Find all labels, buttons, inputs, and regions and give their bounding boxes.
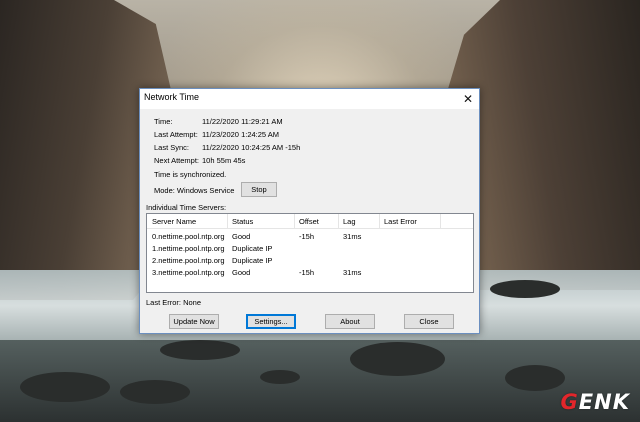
wallpaper-stone bbox=[260, 370, 300, 384]
table-row[interactable]: 2.nettime.pool.ntp.org Duplicate IP bbox=[147, 256, 473, 268]
status-cell: Good bbox=[232, 268, 251, 277]
time-label: Time: bbox=[154, 117, 173, 126]
column-header-last-error[interactable]: Last Error bbox=[384, 217, 417, 226]
close-icon[interactable]: ✕ bbox=[457, 89, 479, 109]
column-divider[interactable] bbox=[440, 214, 441, 228]
list-header: Server Name Status Offset Lag Last Error bbox=[147, 214, 473, 229]
column-header-offset[interactable]: Offset bbox=[299, 217, 319, 226]
wallpaper-stone bbox=[20, 372, 110, 402]
server-name-cell: 1.nettime.pool.ntp.org bbox=[152, 244, 225, 253]
column-divider[interactable] bbox=[294, 214, 295, 228]
column-divider[interactable] bbox=[379, 214, 380, 228]
wallpaper-stone bbox=[120, 380, 190, 404]
mode-text: Mode: Windows Service bbox=[154, 186, 235, 195]
wallpaper-stone bbox=[160, 340, 240, 360]
window-title: Network Time bbox=[144, 92, 200, 102]
wallpaper-stone bbox=[350, 342, 445, 376]
last-error-text: Last Error: None bbox=[146, 298, 202, 307]
update-now-button[interactable]: Update Now bbox=[169, 314, 219, 329]
sync-status-text: Time is synchronized. bbox=[154, 170, 227, 179]
status-cell: Duplicate IP bbox=[232, 256, 273, 265]
column-header-lag[interactable]: Lag bbox=[343, 217, 356, 226]
server-name-cell: 3.nettime.pool.ntp.org bbox=[152, 268, 225, 277]
server-name-cell: 2.nettime.pool.ntp.org bbox=[152, 256, 225, 265]
table-row[interactable]: 3.nettime.pool.ntp.org Good -15h 31ms bbox=[147, 268, 473, 280]
time-value: 11/22/2020 11:29:21 AM bbox=[202, 117, 283, 126]
title-bar[interactable]: Network Time ✕ bbox=[140, 89, 479, 109]
close-button[interactable]: Close bbox=[404, 314, 454, 329]
last-attempt-label: Last Attempt: bbox=[154, 130, 198, 139]
offset-cell: -15h bbox=[299, 232, 315, 241]
lag-cell: 31ms bbox=[343, 268, 362, 277]
lag-cell: 31ms bbox=[343, 232, 362, 241]
table-row[interactable]: 1.nettime.pool.ntp.org Duplicate IP bbox=[147, 244, 473, 256]
wallpaper-stone bbox=[490, 280, 560, 298]
status-cell: Duplicate IP bbox=[232, 244, 273, 253]
column-divider[interactable] bbox=[338, 214, 339, 228]
network-time-window: Network Time ✕ Time: 11/22/2020 11:29:21… bbox=[139, 88, 480, 334]
settings-button[interactable]: Settings... bbox=[246, 314, 296, 329]
table-row[interactable]: 0.nettime.pool.ntp.org Good -15h 31ms bbox=[147, 232, 473, 244]
genk-watermark-logo: GENK bbox=[560, 390, 630, 414]
offset-cell: -15h bbox=[299, 268, 315, 277]
time-servers-list[interactable]: Server Name Status Offset Lag Last Error… bbox=[146, 213, 474, 293]
last-sync-value: 11/22/2020 10:24:25 AM -15h bbox=[202, 143, 301, 152]
status-cell: Good bbox=[232, 232, 251, 241]
about-button[interactable]: About bbox=[325, 314, 375, 329]
stop-button[interactable]: Stop bbox=[241, 182, 277, 197]
last-attempt-value: 11/23/2020 1:24:25 AM bbox=[202, 130, 280, 139]
time-servers-section-label: Individual Time Servers: bbox=[146, 203, 227, 212]
column-header-status[interactable]: Status bbox=[232, 217, 253, 226]
wallpaper-stone bbox=[505, 365, 565, 391]
column-header-server-name[interactable]: Server Name bbox=[152, 217, 196, 226]
server-name-cell: 0.nettime.pool.ntp.org bbox=[152, 232, 225, 241]
last-sync-label: Last Sync: bbox=[154, 143, 190, 152]
next-attempt-label: Next Attempt: bbox=[154, 156, 200, 165]
next-attempt-value: 10h 55m 45s bbox=[202, 156, 246, 165]
column-divider[interactable] bbox=[227, 214, 228, 228]
